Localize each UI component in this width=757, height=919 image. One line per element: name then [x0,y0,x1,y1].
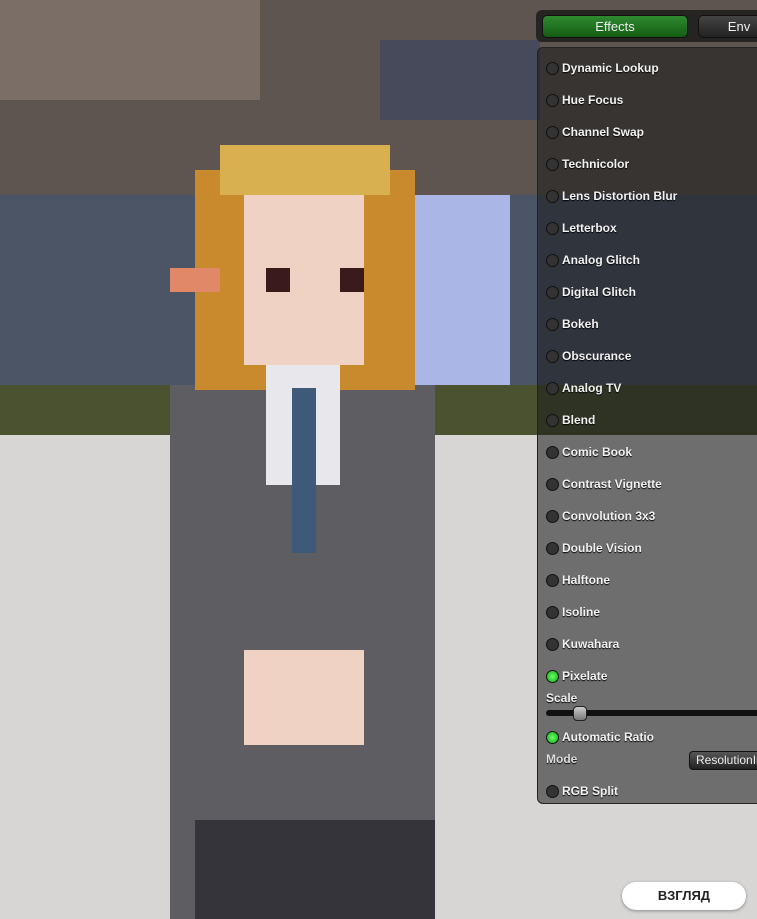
look-button[interactable]: ВЗГЛЯД [622,882,746,910]
effect-toggle[interactable]: Blend [546,412,595,428]
effect-toggle[interactable]: Lens Distortion Blur [546,188,677,204]
toggle-indicator-icon [546,157,559,171]
effect-label: Convolution 3x3 [562,509,656,523]
tab-env[interactable]: Env [698,15,757,38]
effect-toggle-rgb-split[interactable]: RGB Split [546,783,618,799]
toggle-indicator-icon [546,221,559,235]
effect-toggle[interactable]: Double Vision [546,540,642,556]
effect-label: Channel Swap [562,125,645,139]
tab-effects[interactable]: Effects [542,15,688,38]
effect-label: Obscurance [562,349,632,363]
effect-toggle[interactable]: Hue Focus [546,92,623,108]
toggle-indicator-icon [546,541,559,555]
effect-toggle[interactable]: Dynamic Lookup [546,60,659,76]
toggle-indicator-icon [546,125,559,139]
effect-toggle[interactable]: Letterbox [546,220,617,236]
effect-label: Comic Book [562,445,633,459]
toggle-indicator-icon [546,317,559,331]
effect-toggle[interactable]: Pixelate [546,668,607,684]
toggle-indicator-icon [546,413,559,427]
effect-label: Analog TV [562,381,622,395]
toggle-indicator-icon [546,93,559,107]
effect-toggle[interactable]: Analog TV [546,380,621,396]
scale-slider-thumb[interactable] [573,706,587,721]
effect-label: Lens Distortion Blur [562,189,678,203]
effect-label: Blend [562,413,596,427]
automatic-ratio-toggle[interactable]: Automatic Ratio [546,729,654,745]
effect-label: Isoline [562,605,601,619]
mode-dropdown[interactable]: ResolutionIndependent [689,751,757,770]
toggle-indicator-icon [546,285,559,299]
toggle-indicator-icon [546,509,559,523]
mode-label: Mode [546,752,578,766]
effect-label: Double Vision [562,541,642,555]
effect-toggle[interactable]: Bokeh [546,316,599,332]
effect-toggle[interactable]: Halftone [546,572,610,588]
effect-toggle[interactable]: Digital Glitch [546,284,636,300]
toggle-indicator-icon [546,573,559,587]
effect-toggle[interactable]: Contrast Vignette [546,476,662,492]
toggle-indicator-icon [546,61,559,75]
effect-toggle[interactable]: Kuwahara [546,636,619,652]
effect-toggle[interactable]: Technicolor [546,156,629,172]
effect-label: Contrast Vignette [562,477,662,491]
effect-label: Technicolor [562,157,630,171]
toggle-indicator-icon [546,445,559,459]
effect-label: Dynamic Lookup [562,61,659,75]
effect-label: Bokeh [562,317,599,331]
effect-label: Digital Glitch [562,285,637,299]
toggle-indicator-icon [546,605,559,619]
toggle-indicator-icon [546,730,559,744]
effect-label: Analog Glitch [562,253,640,267]
effect-toggle[interactable]: Analog Glitch [546,252,640,268]
effect-label: RGB Split [562,784,618,798]
effect-toggle[interactable]: Channel Swap [546,124,644,140]
effect-label: Letterbox [562,221,617,235]
effect-toggle[interactable]: Obscurance [546,348,631,364]
effect-toggle[interactable]: Convolution 3x3 [546,508,655,524]
automatic-ratio-label: Automatic Ratio [562,730,655,744]
toggle-indicator-icon [546,349,559,363]
toggle-indicator-icon [546,784,559,798]
effect-label: Kuwahara [562,637,620,651]
scale-label: Scale [546,691,578,705]
toggle-indicator-icon [546,669,559,683]
toggle-indicator-icon [546,637,559,651]
effect-label: Pixelate [562,669,608,683]
toggle-indicator-icon [546,477,559,491]
effect-label: Hue Focus [562,93,624,107]
toggle-indicator-icon [546,253,559,267]
toggle-indicator-icon [546,381,559,395]
effect-toggle[interactable]: Isoline [546,604,600,620]
effect-label: Halftone [562,573,610,587]
effect-toggle[interactable]: Comic Book [546,444,632,460]
toggle-indicator-icon [546,189,559,203]
